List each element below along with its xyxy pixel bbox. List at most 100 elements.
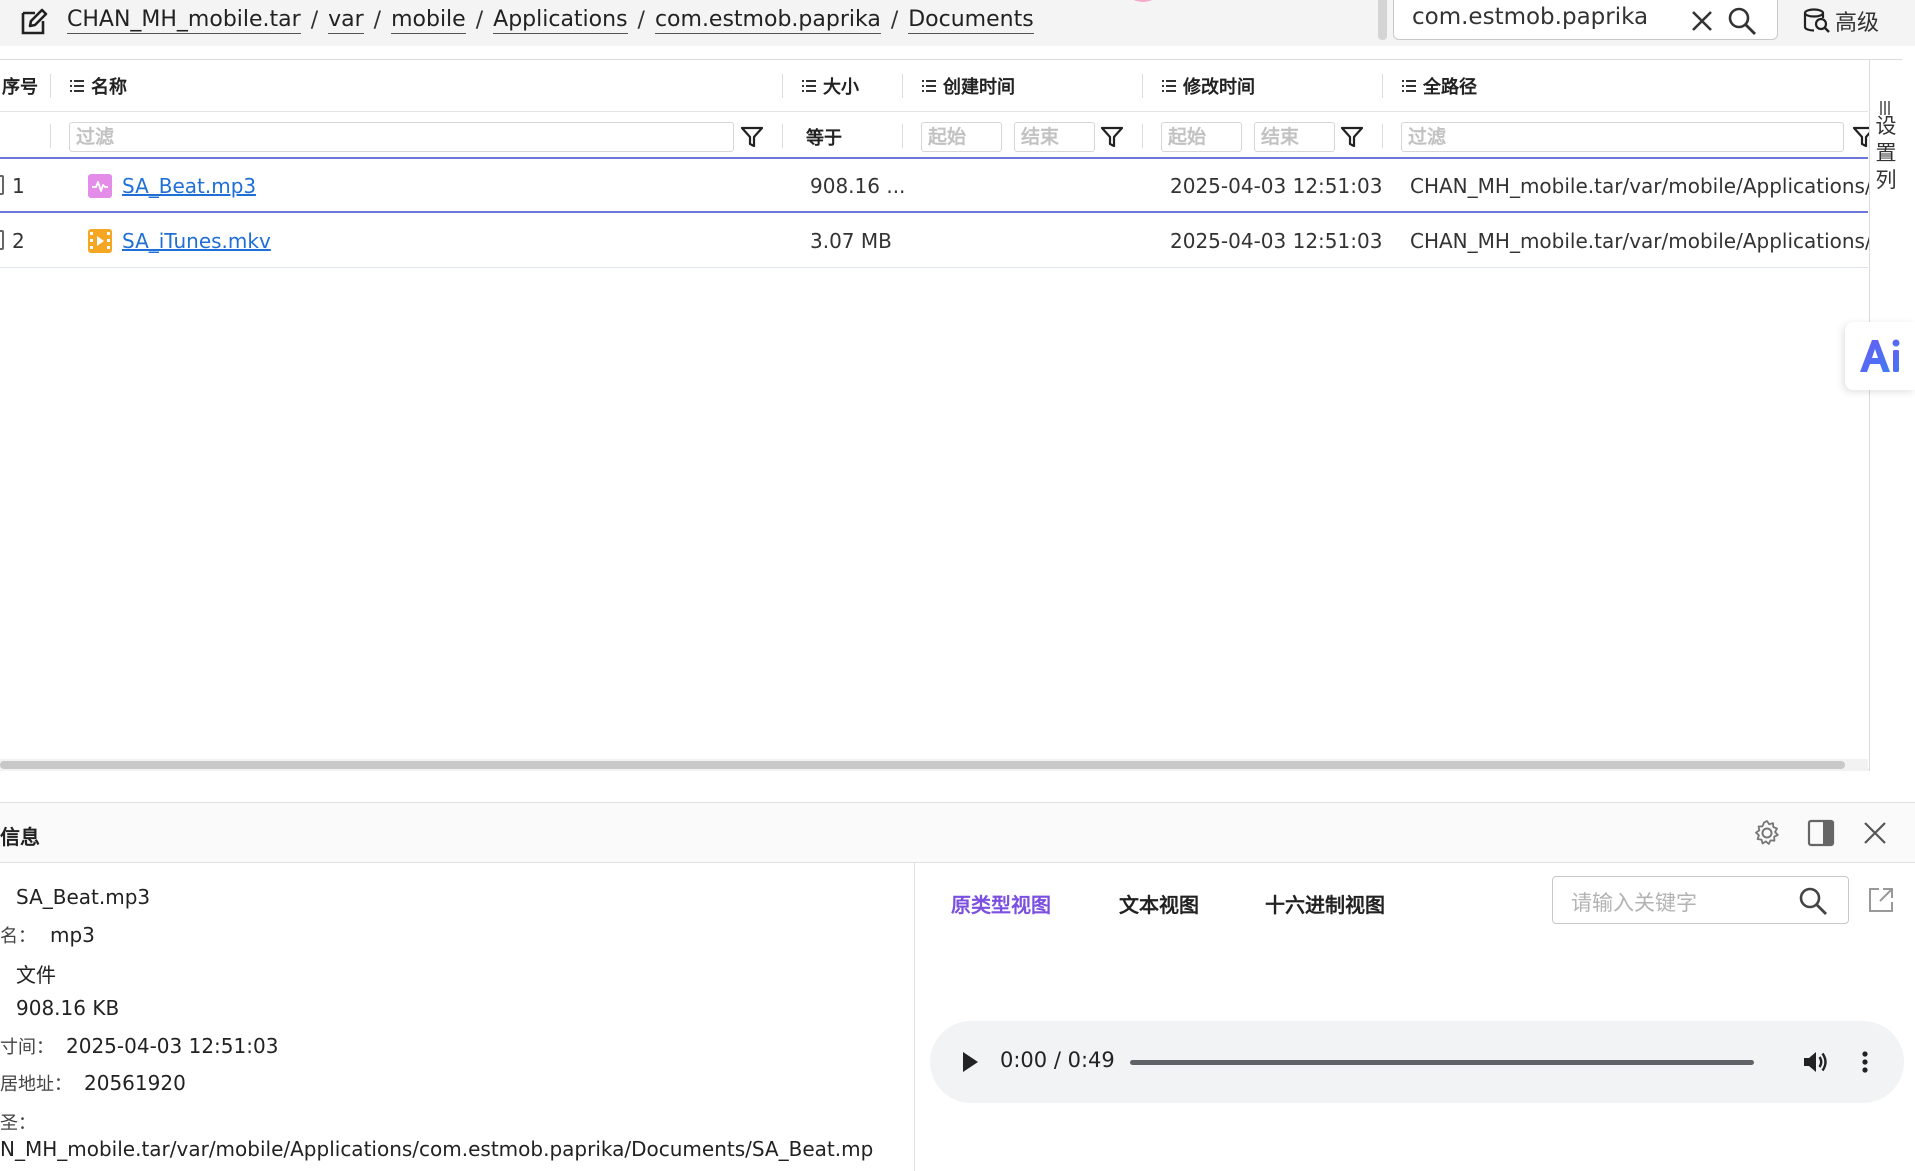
prop-address: 居地址： 20561920	[0, 1070, 186, 1096]
table-row[interactable]: 2 SA_iTunes.mkv 3.07 MB 2025-04-03 12:51…	[0, 214, 1870, 268]
modified-start-input[interactable]: 起始	[1161, 122, 1242, 152]
column-settings-label: 设置列	[1875, 114, 1897, 192]
row-checkbox[interactable]	[0, 175, 4, 195]
breadcrumb-item[interactable]: Applications	[493, 7, 628, 34]
prop-name-value: SA_Beat.mp3	[16, 885, 151, 909]
edit-icon[interactable]	[18, 6, 50, 38]
more-options-icon[interactable]	[1850, 1047, 1880, 1077]
column-divider[interactable]	[782, 74, 783, 98]
prop-time-value: 2025-04-03 12:51:03	[66, 1034, 279, 1058]
ai-assistant-button[interactable]	[1845, 322, 1915, 390]
created-end-input[interactable]: 结束	[1014, 122, 1095, 152]
breadcrumb-item[interactable]: Documents	[908, 7, 1034, 34]
file-properties: SA_Beat.mp3 名： mp3 文件 908.16 KB 寸间： 2025-0…	[0, 863, 915, 1171]
close-icon[interactable]	[1860, 818, 1890, 848]
prop-name: SA_Beat.mp3	[16, 885, 150, 909]
row-index: 1	[12, 174, 25, 198]
audio-seek-bar[interactable]	[1130, 1060, 1754, 1065]
split-view-icon[interactable]	[1806, 818, 1836, 848]
row-modified: 2025-04-03 12:51:03	[1170, 174, 1383, 198]
prop-time: 寸间： 2025-04-03 12:51:03	[0, 1033, 278, 1059]
breadcrumb-item[interactable]: var	[328, 7, 364, 34]
search-icon[interactable]	[1798, 886, 1828, 916]
tab-text-view[interactable]: 文本视图	[1119, 889, 1199, 918]
horizontal-scrollbar[interactable]	[0, 759, 1868, 771]
breadcrumb-separator: /	[475, 7, 484, 33]
created-start-input[interactable]: 起始	[921, 122, 1002, 152]
column-divider	[50, 124, 51, 148]
filter-row: 过滤 等于 起始 结束 起始 结束 过滤	[0, 112, 1876, 159]
path-filter-input[interactable]: 过滤	[1401, 122, 1844, 152]
horizontal-scrollbar-thumb[interactable]	[0, 761, 1845, 769]
prop-path-value: N_MH_mobile.tar/var/mobile/Applications/…	[0, 1137, 874, 1161]
filter-icon[interactable]	[740, 125, 764, 149]
search-icon[interactable]	[1727, 6, 1757, 36]
breadcrumb-item[interactable]: mobile	[391, 7, 466, 34]
prop-path: 圣：	[0, 1109, 36, 1135]
list-menu-icon	[70, 80, 84, 92]
prop-size: 908.16 KB	[16, 996, 119, 1020]
column-header-path[interactable]: 全路径	[1402, 60, 1477, 112]
column-divider[interactable]	[1382, 74, 1383, 98]
filter-icon[interactable]	[1100, 125, 1124, 149]
prop-size-value: 908.16 KB	[16, 996, 120, 1020]
info-panel: 信息 SA_Beat.mp3 名： mp3 文件 908.16 KB 寸间： 202…	[0, 802, 1915, 1171]
column-header-label: 修改时间	[1183, 77, 1255, 98]
size-filter-operator[interactable]: 等于	[806, 124, 842, 150]
decorative-dot	[1125, 0, 1161, 2]
row-name-cell: SA_Beat.mp3	[87, 159, 256, 213]
column-header-index[interactable]: 序号	[2, 60, 38, 112]
column-header-label: 全路径	[1423, 77, 1477, 98]
audio-file-icon	[88, 174, 112, 198]
gear-icon[interactable]	[1752, 818, 1782, 848]
open-external-icon[interactable]	[1866, 885, 1896, 915]
prop-time-key: 寸间：	[0, 1037, 54, 1058]
column-divider[interactable]	[902, 74, 903, 98]
filter-icon[interactable]	[1340, 125, 1364, 149]
prop-type: 文件	[16, 959, 56, 988]
column-settings-button[interactable]: 设置列	[1869, 60, 1902, 771]
column-header-created[interactable]: 创建时间	[922, 60, 1015, 112]
audio-time: 0:00 / 0:49	[1000, 1048, 1115, 1072]
search-value: com.estmob.paprika	[1412, 4, 1649, 30]
topbar-scroll-handle[interactable]	[1378, 0, 1387, 40]
breadcrumb-separator: /	[310, 7, 319, 33]
column-header-modified[interactable]: 修改时间	[1162, 60, 1255, 112]
keyword-search-input[interactable]: 请输入关键字	[1552, 876, 1849, 924]
column-divider	[1142, 124, 1143, 148]
column-header-label: 序号	[2, 77, 38, 98]
tab-native-view[interactable]: 原类型视图	[951, 889, 1051, 918]
modified-end-input[interactable]: 结束	[1254, 122, 1335, 152]
column-divider	[1382, 124, 1383, 148]
row-path: CHAN_MH_mobile.tar/var/mobile/Applicatio…	[1410, 174, 1870, 198]
prop-type-value: 文件	[16, 963, 56, 987]
close-icon[interactable]	[1689, 8, 1715, 34]
column-header-size[interactable]: 大小	[802, 60, 859, 112]
advanced-search-button[interactable]: 高级	[1803, 6, 1879, 36]
row-index: 2	[12, 229, 25, 253]
file-name-link[interactable]: SA_Beat.mp3	[122, 174, 256, 198]
info-panel-title: 信息	[0, 825, 40, 849]
list-menu-icon	[922, 80, 936, 92]
breadcrumb-item[interactable]: CHAN_MH_mobile.tar	[67, 7, 301, 34]
tab-hex-view[interactable]: 十六进制视图	[1265, 889, 1385, 918]
list-menu-icon	[1402, 80, 1416, 92]
column-divider[interactable]	[50, 74, 51, 98]
file-name-link[interactable]: SA_iTunes.mkv	[122, 229, 271, 253]
column-divider[interactable]	[1142, 74, 1143, 98]
search-input[interactable]: com.estmob.paprika	[1393, 0, 1778, 40]
list-menu-icon	[1162, 80, 1176, 92]
table-row[interactable]: 1 SA_Beat.mp3 908.16 ... 2025-04-03 12:5…	[0, 159, 1870, 213]
row-checkbox[interactable]	[0, 230, 4, 250]
name-filter-input[interactable]: 过滤	[69, 122, 734, 152]
row-path: CHAN_MH_mobile.tar/var/mobile/Applicatio…	[1410, 229, 1870, 253]
row-size: 3.07 MB	[810, 229, 892, 253]
list-menu-icon	[802, 80, 816, 92]
volume-icon[interactable]	[1800, 1047, 1830, 1077]
breadcrumb-separator: /	[637, 7, 645, 33]
column-header-name[interactable]: 名称	[70, 60, 127, 112]
breadcrumb-item[interactable]: com.estmob.paprika	[654, 7, 881, 34]
breadcrumb: CHAN_MH_mobile.tar / var / mobile / Appl…	[67, 6, 1034, 34]
breadcrumb-separator: /	[373, 7, 382, 33]
play-icon[interactable]	[958, 1049, 982, 1075]
